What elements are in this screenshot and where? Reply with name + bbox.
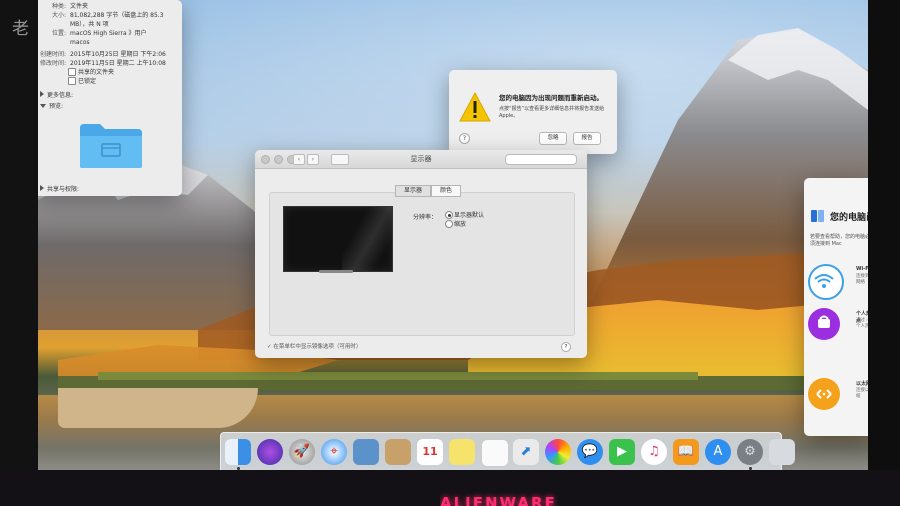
report-button[interactable]: 报告 [573,132,601,145]
monitor-bezel-right [868,0,900,506]
help-button[interactable]: ? [459,133,470,144]
mirror-options-checkbox[interactable]: ✓ 在菜单栏中显示镜像选项（可用时） [267,342,361,350]
nav-buttons: ‹ › [293,154,319,165]
wifi-icon [808,264,844,300]
ignore-button[interactable]: 忽略 [539,132,567,145]
info-size-value: 81,082,288 字节（磁盘上的 85.3 [70,12,164,19]
mirror-options-label: 在菜单栏中显示镜像选项（可用时） [273,344,362,350]
facetime-icon[interactable]: ▶ [609,439,635,465]
info-created-value: 2015年10月25日 星期日 下午2:06 [70,51,166,58]
crash-alert-dialog[interactable]: 您的电脑因为出现问题而重新启动。 点按“报告”以查看更多详细信息并将报告发送给 … [449,70,617,154]
window-title: 显示器 [410,155,432,163]
monitor-stand [319,270,353,273]
more-info-section[interactable]: 更多信息: [40,90,73,99]
disclosure-expanded-icon [40,104,46,108]
finder-icon[interactable] [225,439,251,465]
forward-button[interactable]: › [307,154,319,165]
minimize-button[interactable] [274,155,283,164]
app-store-icon[interactable]: A [705,439,731,465]
info-where-label: 位置: [51,30,66,37]
info-size-label: 大小: [51,12,66,19]
safari-icon[interactable]: ⌖ [321,439,347,465]
monitor-bezel-left [0,0,38,506]
locked-label: 已锁定 [78,78,97,85]
info-kind-label: 种类: [51,3,66,10]
info-size-value-2: MB），共 N 项 [70,21,109,28]
maps-icon[interactable]: ⬈ [513,439,539,465]
preview-section[interactable]: 预览: [40,101,63,110]
watermark: 老 [12,19,30,39]
contacts-icon[interactable] [385,439,411,465]
notes-icon[interactable] [449,439,475,465]
disclosure-collapsed-icon [40,185,44,191]
calendar-icon[interactable]: 11 [417,439,443,465]
dock: 🚀 ⌖ 11 ⬈ 💬 ▶ ♫ 📖 A ⚙ [220,432,795,472]
default-radio[interactable] [445,211,453,219]
show-all-button[interactable] [331,154,349,165]
setup-subtitle: 若要查看帮助，您的电脑必须连接到 Mac [810,234,871,247]
hotspot-icon [808,308,840,340]
preview-label: 预览: [49,103,64,110]
shore [58,388,258,428]
info-created-label: 创建时间: [39,51,66,58]
scaled-option-label: 缩放 [454,221,467,228]
tab-color[interactable]: 颜色 [431,185,462,197]
itunes-icon[interactable]: ♫ [641,439,667,465]
back-button[interactable]: ‹ [293,154,305,165]
window-controls [261,155,296,164]
setup-assistant-window[interactable]: 您的电脑尚未重 若要查看帮助，您的电脑必须连接到 Mac Wi-Fi 连接到 W… [804,178,874,436]
scaled-radio[interactable] [445,220,453,228]
info-where-value-2: macos [70,39,90,46]
folder-icon [80,124,142,168]
shared-folder-label: 共享的文件夹 [78,69,115,76]
reminders-icon[interactable] [481,439,509,467]
shared-folder-checkbox[interactable] [68,68,76,76]
messages-icon[interactable]: 💬 [577,439,603,465]
tab-bar: 显示器 颜色 [395,185,462,197]
tab-display[interactable]: 显示器 [395,185,432,197]
launchpad-icon[interactable]: 🚀 [289,439,315,465]
disclosure-collapsed-icon [40,91,44,97]
setup-icon [811,210,824,222]
photos-icon[interactable] [545,439,571,465]
info-where-value: macOS High Sierra 》用户 [70,30,147,37]
default-option-label: 显示器默认 [454,212,485,219]
help-button[interactable]: ? [561,342,571,352]
trash-icon[interactable] [769,439,795,465]
close-button[interactable] [261,155,270,164]
display-preferences-window[interactable]: 显示器 ‹ › 显示器 颜色 分辨率： 显示器默认 缩放 ✓ 在菜单栏中显示镜像… [255,150,587,358]
search-field[interactable] [505,154,577,165]
ethernet-icon [808,378,840,410]
monitor-image [283,206,393,272]
brand-logo: ALIENWARE [440,494,557,506]
get-info-window[interactable]: 种类: 文件夹 大小: 81,082,288 字节（磁盘上的 85.3 MB），共 … [30,0,182,196]
alert-title: 您的电脑因为出现问题而重新启动。 [499,94,603,102]
ibooks-icon[interactable]: 📖 [673,439,699,465]
sharing-section[interactable]: 共享与权限: [40,184,79,193]
resolution-label: 分辨率： [413,214,438,221]
alert-message: 点按“报告”以查看更多详细信息并将报告发送给 Apple。 [499,106,605,119]
photo-browser-icon[interactable] [353,439,379,465]
siri-icon[interactable] [257,439,283,465]
system-preferences-icon[interactable]: ⚙ [737,439,763,465]
more-info-label: 更多信息: [47,92,74,99]
locked-checkbox[interactable] [68,77,76,85]
sharing-label: 共享与权限: [47,186,80,193]
info-kind-value: 文件夹 [70,3,89,10]
warning-icon [459,92,491,122]
info-modified-label: 修改时间: [39,60,66,67]
